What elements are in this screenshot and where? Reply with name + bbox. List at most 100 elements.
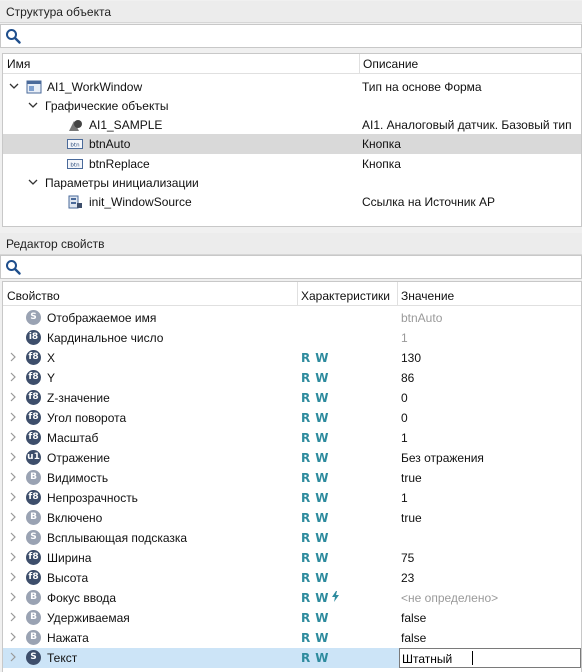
chevron-right-icon[interactable] — [9, 352, 17, 364]
property-row[interactable]: f8 Y R W 86 — [3, 368, 581, 388]
type-badge-icon: i8 — [26, 330, 41, 345]
button-icon: btn — [67, 139, 83, 149]
property-name: Нажата — [47, 631, 89, 645]
property-row[interactable]: f8 X R W 130 — [3, 348, 581, 368]
chevron-right-icon[interactable] — [9, 612, 17, 624]
chevron-right-icon[interactable] — [9, 552, 17, 564]
property-value[interactable]: 75 — [401, 551, 414, 565]
property-row[interactable]: f8 Z-значение R W 0 — [3, 388, 581, 408]
property-row[interactable]: u1 Отражение R W Без отражения — [3, 448, 581, 468]
property-value[interactable]: Без отражения — [401, 451, 484, 465]
property-row[interactable]: S Всплывающая подсказка R W — [3, 528, 581, 548]
tree-row-init-windowsource[interactable]: init_WindowSource Ссылка на Источник АР — [3, 192, 581, 212]
property-value[interactable]: false — [401, 631, 426, 645]
property-value[interactable]: 130 — [401, 351, 421, 365]
text-value-editor[interactable] — [399, 648, 581, 668]
rw-flags: RW — [301, 591, 339, 605]
chevron-right-icon[interactable] — [9, 492, 17, 504]
write-flag: W — [315, 371, 329, 385]
chevron-right-icon[interactable] — [9, 572, 17, 584]
type-badge-icon: B — [26, 630, 41, 645]
column-name-header[interactable]: Имя — [7, 57, 30, 71]
tree-row-btnauto[interactable]: btn btnAuto Кнопка — [3, 134, 581, 154]
write-flag: W — [315, 531, 329, 545]
button-icon: btn — [67, 159, 83, 169]
chevron-right-icon[interactable] — [9, 472, 17, 484]
tree-row-init-params[interactable]: Параметры инициализации — [3, 173, 581, 193]
rw-flags: RW — [301, 351, 329, 365]
column-value-header[interactable]: Значение — [401, 289, 454, 303]
property-row[interactable]: f8 Высота R W 23 — [3, 568, 581, 588]
type-badge-icon: f8 — [26, 570, 41, 585]
chevron-right-icon[interactable] — [9, 632, 17, 644]
props-search-bar[interactable] — [0, 255, 582, 279]
property-row[interactable]: f8 Масштаб R W 1 — [3, 428, 581, 448]
chevron-down-icon[interactable] — [28, 177, 38, 187]
read-flag: R — [301, 631, 311, 645]
type-badge-icon: B — [26, 590, 41, 605]
property-name: Кардинальное число — [47, 331, 164, 345]
rw-flags: RW — [301, 451, 329, 465]
property-row[interactable]: f8 Непрозрачность R W 1 — [3, 488, 581, 508]
shapes-icon — [69, 120, 82, 131]
property-value[interactable]: 1 — [401, 431, 408, 445]
type-badge-icon: f8 — [26, 350, 41, 365]
write-flag: W — [315, 471, 329, 485]
property-value[interactable]: 1 — [401, 331, 408, 345]
type-badge-icon: B — [26, 470, 41, 485]
property-value[interactable]: true — [401, 471, 422, 485]
property-name: Включено — [47, 511, 103, 525]
property-row[interactable]: f8 Ширина R W 75 — [3, 548, 581, 568]
chevron-right-icon[interactable] — [9, 392, 17, 404]
property-row[interactable]: B Включено R Wtrue — [3, 508, 581, 528]
tree-row-workwindow[interactable]: AI1_WorkWindow Тип на основе Форма — [3, 77, 581, 97]
property-row[interactable]: S Отображаемое имя btnAuto — [3, 308, 581, 328]
column-description-header[interactable]: Описание — [363, 57, 418, 71]
chevron-right-icon[interactable] — [9, 432, 17, 444]
chevron-right-icon[interactable] — [9, 532, 17, 544]
property-value[interactable]: true — [401, 511, 422, 525]
property-row[interactable]: B Видимость R Wtrue — [3, 468, 581, 488]
structure-search-bar[interactable] — [0, 24, 582, 48]
read-flag: R — [301, 571, 311, 585]
read-flag: R — [301, 391, 311, 405]
chevron-down-icon[interactable] — [9, 81, 19, 91]
property-row[interactable]: S Текст R W — [3, 648, 581, 668]
read-flag: R — [301, 611, 311, 625]
props-search-input[interactable] — [25, 258, 575, 276]
rw-flags: RW — [301, 391, 329, 405]
tree-row-btnreplace[interactable]: btn btnReplace Кнопка — [3, 154, 581, 174]
chevron-right-icon[interactable] — [9, 452, 17, 464]
chevron-right-icon[interactable] — [9, 412, 17, 424]
structure-search-input[interactable] — [25, 27, 575, 45]
property-row[interactable]: i8 Кардинальное число 1 — [3, 328, 581, 348]
property-value[interactable]: 0 — [401, 411, 408, 425]
tree-row-description: Тип на основе Форма — [362, 80, 482, 94]
property-value[interactable]: 1 — [401, 491, 408, 505]
chevron-right-icon[interactable] — [9, 592, 17, 604]
type-badge-icon: f8 — [26, 370, 41, 385]
property-value[interactable]: btnAuto — [401, 311, 442, 325]
property-value[interactable]: 23 — [401, 571, 414, 585]
text-caret — [472, 651, 473, 665]
property-value[interactable]: false — [401, 611, 426, 625]
chevron-right-icon[interactable] — [9, 512, 17, 524]
chevron-down-icon[interactable] — [28, 100, 38, 110]
property-value[interactable]: <не определено> — [401, 591, 498, 605]
property-row[interactable]: B Удерживаемая R Wfalse — [3, 608, 581, 628]
chevron-right-icon[interactable] — [9, 652, 17, 664]
read-flag: R — [301, 651, 311, 665]
tree-row-ai1-sample[interactable]: AI1_SAMPLE AI1. Аналоговый датчик. Базов… — [3, 115, 581, 135]
column-characteristics-header[interactable]: Характеристики — [301, 289, 390, 303]
property-value[interactable]: 86 — [401, 371, 414, 385]
text-value-input[interactable] — [402, 651, 552, 666]
property-row[interactable]: B Фокус ввода R W <не определено> — [3, 588, 581, 608]
property-name: Высота — [47, 571, 89, 585]
property-row[interactable]: f8 Угол поворота R W 0 — [3, 408, 581, 428]
property-row[interactable]: B Нажата R Wfalse — [3, 628, 581, 648]
column-property-header[interactable]: Свойство — [7, 289, 60, 303]
property-value[interactable]: 0 — [401, 391, 408, 405]
tree-row-graphic-objects[interactable]: Графические объекты — [3, 96, 581, 116]
lightning-icon — [331, 591, 339, 605]
chevron-right-icon[interactable] — [9, 372, 17, 384]
